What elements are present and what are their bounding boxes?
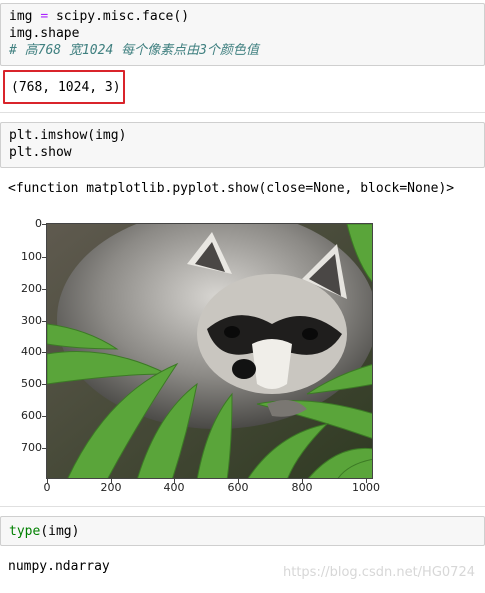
y-tick-mark	[42, 384, 46, 385]
y-tick-mark	[42, 352, 46, 353]
x-tick-label: 1000	[352, 481, 380, 494]
y-tick-label: 400	[21, 345, 42, 358]
x-tick-mark	[111, 479, 112, 483]
y-tick-label: 500	[21, 377, 42, 390]
output-highlight-box: (768, 1024, 3)	[3, 70, 125, 104]
divider	[0, 506, 485, 507]
x-tick-mark	[366, 479, 367, 483]
x-tick-mark	[238, 479, 239, 483]
x-tick-mark	[174, 479, 175, 483]
output-text: (768, 1024, 3)	[11, 80, 121, 95]
code-line: plt.imshow(img)	[9, 128, 127, 143]
x-tick-label: 200	[100, 481, 122, 494]
code-cell-1[interactable]: img = scipy.misc.face() img.shape # 高768…	[0, 3, 485, 66]
y-tick-mark	[42, 448, 46, 449]
y-tick-label: 200	[21, 282, 42, 295]
x-tick-label: 0	[43, 481, 51, 494]
y-tick-mark	[42, 257, 46, 258]
x-tick-mark	[302, 479, 303, 483]
watermark: https://blog.csdn.net/HG0724	[283, 565, 475, 580]
code-cell-3[interactable]: type(img)	[0, 516, 485, 546]
code-line: img.shape	[9, 26, 80, 41]
y-tick-mark	[42, 416, 46, 417]
y-tick-label: 300	[21, 314, 42, 327]
output-text: numpy.ndarray	[8, 559, 110, 574]
x-tick-label: 800	[291, 481, 313, 494]
code-line: type(img)	[9, 524, 80, 539]
code-line: img = scipy.misc.face()	[9, 9, 190, 24]
y-tick-label: 700	[21, 441, 42, 454]
code-line: plt.show	[9, 145, 72, 160]
raccoon-image	[47, 224, 372, 478]
code-cell-2[interactable]: plt.imshow(img) plt.show	[0, 122, 485, 168]
image-axes	[46, 223, 373, 479]
y-tick-mark	[42, 289, 46, 290]
x-tick-mark	[47, 479, 48, 483]
y-tick-mark	[42, 321, 46, 322]
code-comment: # 高768 宽1024 每个像素点由3个颜色值	[9, 43, 259, 58]
x-tick-label: 600	[227, 481, 249, 494]
y-tick-label: 0	[35, 217, 42, 230]
y-tick-mark	[42, 224, 46, 225]
y-tick-label: 100	[21, 250, 42, 263]
x-tick-label: 400	[163, 481, 185, 494]
divider	[0, 112, 485, 113]
y-tick-label: 600	[21, 409, 42, 422]
output-text: <function matplotlib.pyplot.show(close=N…	[8, 181, 455, 196]
imshow-plot: 0 100 200 300 400 500 600 700 0 200 400 …	[0, 210, 400, 500]
